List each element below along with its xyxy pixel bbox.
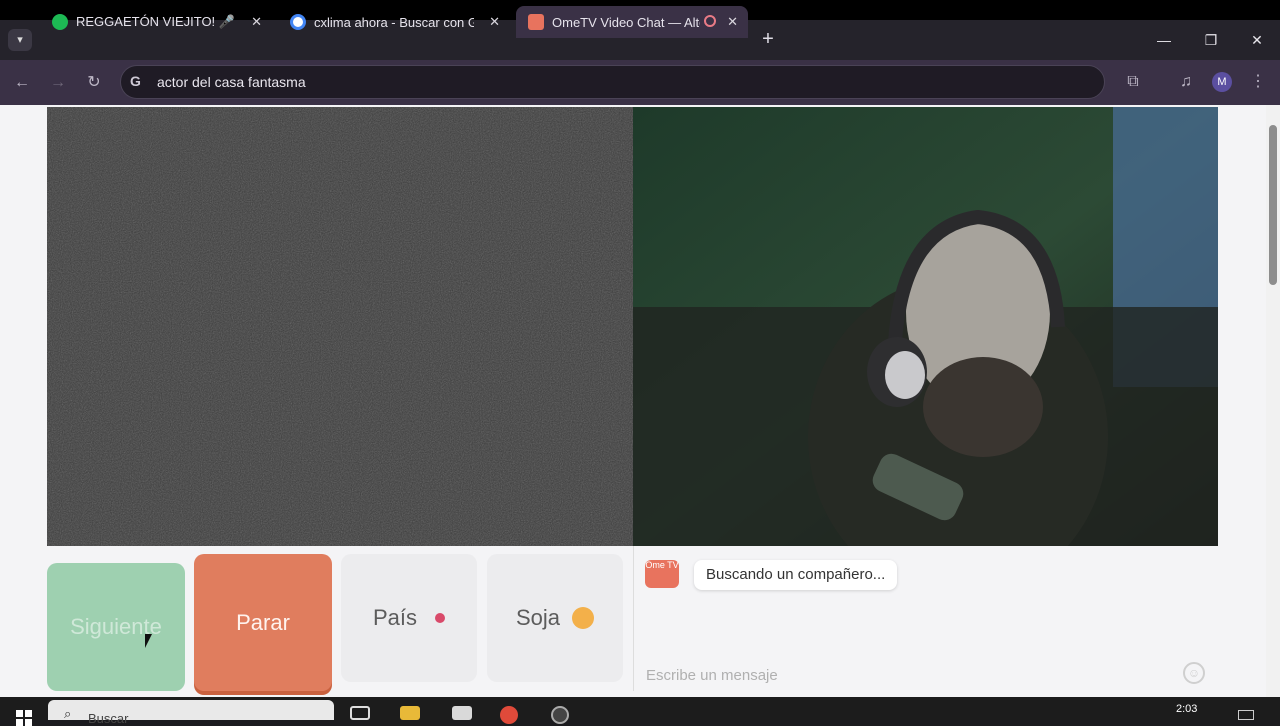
- puzzle-icon: ⧉: [1127, 73, 1139, 90]
- camera-feed-image: [633, 107, 1218, 546]
- ometv-logo: Ome TV: [645, 560, 679, 588]
- country-flag-icon: [435, 613, 446, 623]
- new-tab-button[interactable]: +: [758, 28, 778, 50]
- status-message: Buscando un compañero...: [694, 560, 898, 590]
- gender-label: Soja: [515, 605, 561, 630]
- store-icon[interactable]: [452, 706, 472, 720]
- close-window-button[interactable]: ✕: [1245, 29, 1269, 51]
- reload-icon: ↻: [87, 74, 101, 91]
- media-control-button[interactable]: ♫: [1175, 71, 1197, 93]
- menu-button[interactable]: ⋮: [1247, 71, 1269, 93]
- static-noise: [47, 107, 633, 546]
- arrow-right-icon: →: [50, 74, 66, 91]
- close-icon[interactable]: ✕: [489, 14, 500, 30]
- partner-video-static: [47, 107, 633, 546]
- country-label: País: [372, 605, 418, 630]
- mouse-cursor-icon: [145, 634, 152, 648]
- tab-google[interactable]: cxlima ahora - Buscar con Goog ✕: [278, 6, 510, 38]
- minimize-button[interactable]: —: [1152, 29, 1176, 51]
- tab-title: OmeTV Video Chat — Alter: [552, 14, 700, 30]
- chevron-down-icon: ▾: [17, 34, 23, 46]
- plus-icon: +: [762, 28, 774, 50]
- taskbar-search-text: Buscar: [88, 711, 129, 726]
- google-search-icon: G: [130, 73, 141, 89]
- stop-button[interactable]: Parar: [194, 554, 332, 691]
- extensions-button[interactable]: ⧉: [1122, 71, 1144, 93]
- tab-search-button[interactable]: ▾: [8, 29, 32, 51]
- close-icon[interactable]: ✕: [727, 14, 738, 30]
- obs-icon[interactable]: [551, 706, 569, 724]
- notification-icon[interactable]: [1238, 710, 1254, 720]
- reload-button[interactable]: ↻: [83, 72, 105, 94]
- spotify-icon: [52, 14, 68, 30]
- forward-button[interactable]: →: [47, 72, 69, 94]
- tab-ometv[interactable]: OmeTV Video Chat — Alter ✕: [516, 6, 748, 38]
- stop-label: Parar: [236, 609, 290, 635]
- message-input[interactable]: [644, 664, 1168, 686]
- chrome-icon[interactable]: [500, 706, 518, 724]
- scrollbar-thumb[interactable]: [1269, 125, 1277, 285]
- arrow-left-icon: ←: [14, 74, 30, 91]
- tab-spotify[interactable]: REGGAETÓN VIEJITO! 🎤🔥 - pl ✕: [40, 6, 272, 38]
- windows-start-icon[interactable]: [16, 710, 32, 726]
- taskbar-clock[interactable]: 2:03: [1176, 703, 1197, 715]
- back-button[interactable]: ←: [11, 72, 33, 94]
- smiley-icon: ☺: [1187, 666, 1201, 680]
- tab-title: cxlima ahora - Buscar con Goog: [314, 14, 474, 30]
- task-view-icon[interactable]: [350, 706, 370, 720]
- restore-icon: ❐: [1204, 32, 1218, 48]
- minimize-icon: —: [1157, 32, 1171, 48]
- restore-button[interactable]: ❐: [1199, 29, 1223, 51]
- next-button[interactable]: Siguiente: [47, 563, 185, 691]
- music-queue-icon: ♫: [1180, 73, 1192, 90]
- country-filter-button[interactable]: País: [341, 554, 477, 682]
- address-text[interactable]: actor del casa fantasma: [157, 74, 306, 90]
- kebab-menu-icon: ⋮: [1250, 73, 1266, 90]
- emoji-button[interactable]: ☺: [1183, 662, 1205, 684]
- close-icon: ✕: [1251, 32, 1263, 48]
- tab-title: REGGAETÓN VIEJITO! 🎤🔥 - pl: [76, 14, 236, 29]
- file-explorer-icon[interactable]: [400, 706, 420, 720]
- close-icon[interactable]: ✕: [251, 14, 262, 30]
- self-camera-video: [633, 107, 1218, 546]
- avatar[interactable]: M: [1212, 72, 1232, 92]
- recording-icon: [704, 15, 716, 27]
- boy-emoji-icon: [572, 607, 595, 629]
- gender-filter-button[interactable]: Soja: [487, 554, 623, 682]
- google-icon: [290, 14, 306, 30]
- ometv-icon: [528, 14, 544, 30]
